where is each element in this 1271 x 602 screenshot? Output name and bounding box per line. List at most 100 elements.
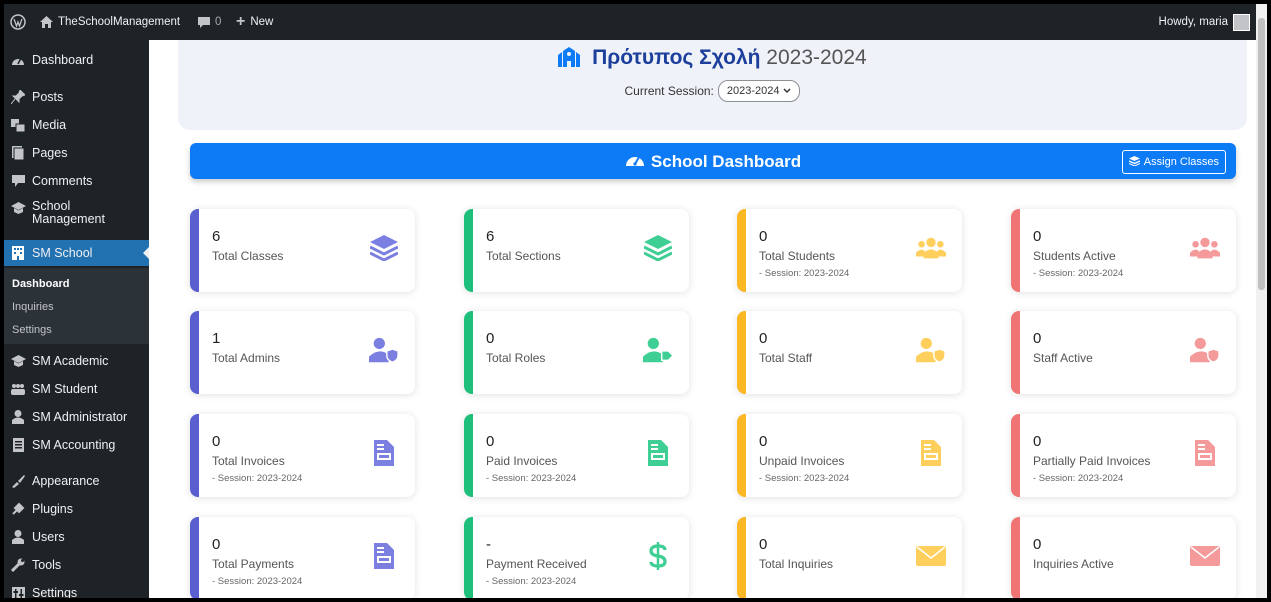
menu-comments[interactable]: Comments (4, 168, 149, 194)
session-select[interactable]: 2023-2024 (717, 80, 801, 102)
card-value: 0 (759, 433, 768, 450)
submenu-dashboard[interactable]: Dashboard (12, 278, 69, 290)
card-label: Unpaid Invoices (759, 454, 845, 468)
dollar-icon (643, 541, 673, 571)
menu-label: Comments (32, 174, 93, 188)
school-logo-icon (558, 47, 581, 73)
school-header: Πρότυπος Σχολή 2023-2024 Current Session… (178, 40, 1247, 130)
menu-label: Media (32, 118, 67, 132)
menu-settings[interactable]: Settings (4, 580, 149, 598)
card-accent-bar (464, 414, 473, 497)
stat-card-total-students: 0 Total Students - Session: 2023-2024 (737, 209, 962, 292)
avatar (1233, 13, 1250, 31)
user-shield-icon (369, 335, 399, 365)
menu-label: SM Accounting (32, 438, 116, 452)
menu-school-management[interactable]: School Management (4, 200, 149, 236)
menu-label: Appearance (32, 474, 100, 488)
scrollbar[interactable] (1256, 4, 1267, 598)
menu-appearance[interactable]: Appearance (4, 468, 149, 494)
menu-users[interactable]: Users (4, 524, 149, 550)
envelope-icon (916, 541, 946, 571)
card-accent-bar (1011, 517, 1020, 598)
menu-dashboard[interactable]: Dashboard (4, 47, 149, 73)
menu-label: Tools (32, 558, 62, 572)
menu-label: Settings (32, 586, 78, 598)
card-value: 0 (1033, 228, 1042, 245)
card-accent-bar (464, 311, 473, 394)
user-tag-icon (643, 335, 673, 365)
comments-count: 0 (215, 16, 222, 28)
comments-icon (4, 175, 32, 187)
stat-card-total-staff: 0 Total Staff (737, 311, 962, 394)
pin-icon (4, 90, 32, 104)
menu-tools[interactable]: Tools (4, 552, 149, 578)
new-label: New (250, 16, 274, 28)
card-label: Total Classes (212, 249, 284, 263)
card-value: 0 (486, 433, 495, 450)
assign-classes-button[interactable]: Assign Classes (1121, 150, 1226, 174)
card-label: Inquiries Active (1033, 557, 1114, 571)
sm-school-submenu: Dashboard Inquiries Settings (4, 268, 149, 344)
card-accent-bar (190, 414, 199, 497)
users-icon (4, 530, 32, 544)
account-menu[interactable]: Howdy, maria (1159, 4, 1250, 40)
stat-card-total-roles: 0 Total Roles (464, 311, 689, 394)
wordpress-logo-icon[interactable] (10, 4, 26, 40)
card-session-note: - Session: 2023-2024 (759, 268, 850, 279)
menu-media[interactable]: Media (4, 112, 149, 138)
menu-sm-accounting[interactable]: SM Accounting (4, 432, 149, 458)
menu-label: SM Student (32, 382, 98, 396)
card-label: Students Active (1033, 249, 1116, 263)
card-label: Total Staff (759, 351, 813, 365)
user-shield-icon (1190, 335, 1220, 365)
session-label: Current Session: (624, 84, 714, 98)
card-label: Total Inquiries (759, 557, 834, 571)
layers-icon (369, 233, 399, 263)
administrator-icon (4, 410, 32, 424)
new-content-link[interactable]: + New (236, 4, 273, 40)
card-label: Total Admins (212, 351, 281, 365)
card-label: Payment Received (486, 557, 587, 571)
stat-card-total-admins: 1 Total Admins (190, 311, 415, 394)
tools-icon (4, 558, 32, 572)
invoice-icon (916, 438, 946, 468)
card-session-note: - Session: 2023-2024 (212, 473, 303, 484)
card-value: 0 (1033, 536, 1042, 553)
users-group-icon (1190, 233, 1220, 263)
stat-card-total-invoices: 0 Total Invoices - Session: 2023-2024 (190, 414, 415, 497)
card-accent-bar (190, 311, 199, 394)
tachometer-icon (625, 151, 645, 172)
card-session-note: - Session: 2023-2024 (1033, 268, 1124, 279)
card-accent-bar (1011, 209, 1020, 292)
card-value: 6 (212, 228, 221, 245)
comment-bubble-icon (198, 16, 210, 28)
settings-icon (4, 586, 32, 598)
comments-link[interactable]: 0 (198, 4, 221, 40)
card-session-note: - Session: 2023-2024 (759, 473, 850, 484)
card-session-note: - Session: 2023-2024 (212, 576, 303, 587)
submenu-inquiries[interactable]: Inquiries (12, 301, 54, 313)
home-icon (40, 16, 53, 28)
menu-label: Plugins (32, 502, 73, 516)
site-name-link[interactable]: TheSchoolManagement (40, 4, 180, 40)
layers-icon (643, 233, 673, 263)
users-group-icon (916, 233, 946, 263)
stat-card-inquiries-active: 0 Inquiries Active (1011, 517, 1236, 598)
scrollbar-thumb[interactable] (1258, 18, 1265, 290)
howdy-text: Howdy, maria (1158, 16, 1228, 28)
card-value: 1 (212, 330, 221, 347)
plus-icon: + (236, 13, 246, 30)
card-value: 0 (1033, 433, 1042, 450)
menu-sm-student[interactable]: SM Student (4, 376, 149, 402)
menu-sm-academic[interactable]: SM Academic (4, 348, 149, 374)
menu-sm-school[interactable]: SM School (4, 240, 149, 266)
stat-card-total-payments: 0 Total Payments - Session: 2023-2024 (190, 517, 415, 598)
card-label: Staff Active (1033, 351, 1093, 365)
menu-plugins[interactable]: Plugins (4, 496, 149, 522)
menu-sm-administrator[interactable]: SM Administrator (4, 404, 149, 430)
stat-card-total-sections: 6 Total Sections (464, 209, 689, 292)
menu-posts[interactable]: Posts (4, 84, 149, 110)
card-accent-bar (464, 209, 473, 292)
submenu-settings[interactable]: Settings (12, 324, 52, 336)
menu-pages[interactable]: Pages (4, 140, 149, 166)
